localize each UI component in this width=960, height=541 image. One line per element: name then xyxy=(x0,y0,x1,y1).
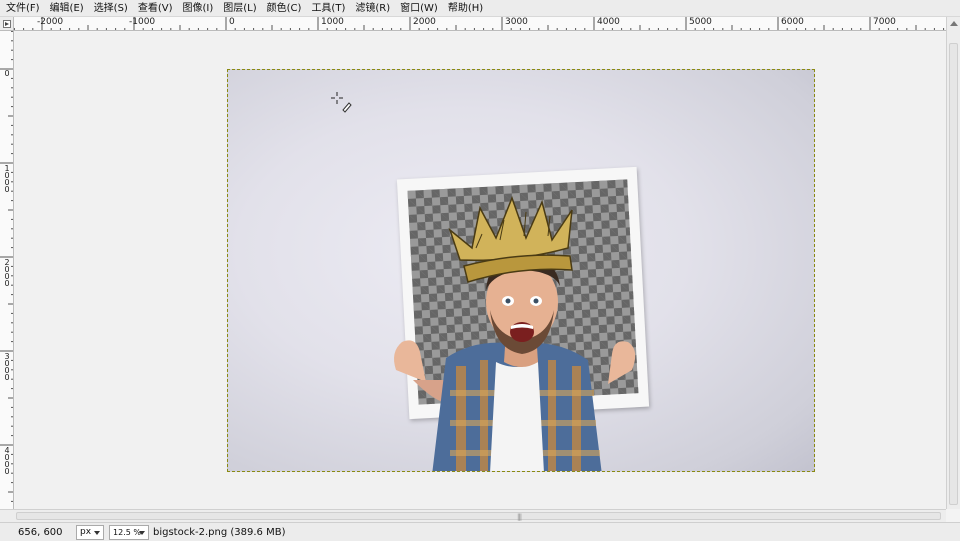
menu-view[interactable]: 查看(V) xyxy=(138,0,173,17)
image-canvas[interactable] xyxy=(15,32,946,509)
hruler-label: 3000 xyxy=(505,17,528,27)
menu-image[interactable]: 图像(I) xyxy=(183,0,214,17)
hruler-label: 0 xyxy=(229,17,235,27)
horizontal-scrollbar[interactable]: ||| xyxy=(14,509,946,522)
vertical-scrollbar[interactable] xyxy=(946,17,960,509)
chevron-down-icon xyxy=(139,530,145,535)
hruler-label: 2000 xyxy=(413,17,436,27)
status-message: bigstock-2.png (389.6 MB) xyxy=(153,526,286,538)
horizontal-scroll-thumb[interactable]: ||| xyxy=(16,512,941,521)
vruler-label: 0 xyxy=(4,69,10,78)
hruler-label: 7000 xyxy=(873,17,896,27)
hruler-label: -1000 xyxy=(129,17,156,27)
hruler-label: 6000 xyxy=(781,17,804,27)
pointer-coordinates: 656, 600 xyxy=(18,526,63,538)
hruler-label: -2000 xyxy=(37,17,64,27)
quick-mask-toggle[interactable] xyxy=(0,17,14,31)
chevron-down-icon xyxy=(94,530,100,535)
vertical-scroll-thumb[interactable] xyxy=(949,43,958,505)
scroll-up-arrow-icon[interactable] xyxy=(950,21,958,26)
person-figure xyxy=(394,195,636,471)
vruler-label: 3000 xyxy=(4,352,10,382)
menu-windows[interactable]: 窗口(W) xyxy=(400,0,438,17)
vertical-ruler[interactable]: 0 1000 2000 3000 4000 xyxy=(0,31,14,509)
menu-select[interactable]: 选择(S) xyxy=(94,0,128,17)
scroll-corner xyxy=(0,509,14,522)
hruler-label: 1000 xyxy=(321,17,344,27)
right-hand xyxy=(608,341,636,384)
horizontal-ruler[interactable]: -2000 -1000 0 1000 2000 3000 4000 5000 6… xyxy=(14,17,946,31)
menu-help[interactable]: 帮助(H) xyxy=(448,0,483,17)
menu-file[interactable]: 文件(F) xyxy=(6,0,40,17)
menu-edit[interactable]: 编辑(E) xyxy=(50,0,84,17)
unit-selector[interactable]: px xyxy=(76,524,104,540)
image-layer[interactable] xyxy=(227,69,815,472)
hruler-label: 4000 xyxy=(597,17,620,27)
menu-layer[interactable]: 图层(L) xyxy=(223,0,256,17)
left-hand xyxy=(394,340,426,382)
unit-value: px xyxy=(80,526,92,537)
grip-icon: ||| xyxy=(517,513,522,521)
crown-icon xyxy=(448,195,573,283)
tool-cursor-icon xyxy=(331,92,352,113)
hruler-label: 5000 xyxy=(689,17,712,27)
white-tshirt xyxy=(490,362,544,471)
vruler-label: 2000 xyxy=(4,258,10,288)
menu-tools[interactable]: 工具(T) xyxy=(311,0,345,17)
zoom-value: 12.5 % xyxy=(113,527,141,537)
vruler-label: 1000 xyxy=(4,164,10,194)
menubar: 文件(F) 编辑(E) 选择(S) 查看(V) 图像(I) 图层(L) 颜色(C… xyxy=(0,0,960,17)
menu-colors[interactable]: 颜色(C) xyxy=(267,0,302,17)
vruler-label: 4000 xyxy=(4,446,10,476)
menu-filters[interactable]: 滤镜(R) xyxy=(355,0,390,17)
menu-arrow-icon xyxy=(3,20,11,28)
statusbar: 656, 600 px 12.5 % bigstock-2.png (389.6… xyxy=(0,522,960,541)
zoom-selector[interactable]: 12.5 % xyxy=(109,524,149,540)
